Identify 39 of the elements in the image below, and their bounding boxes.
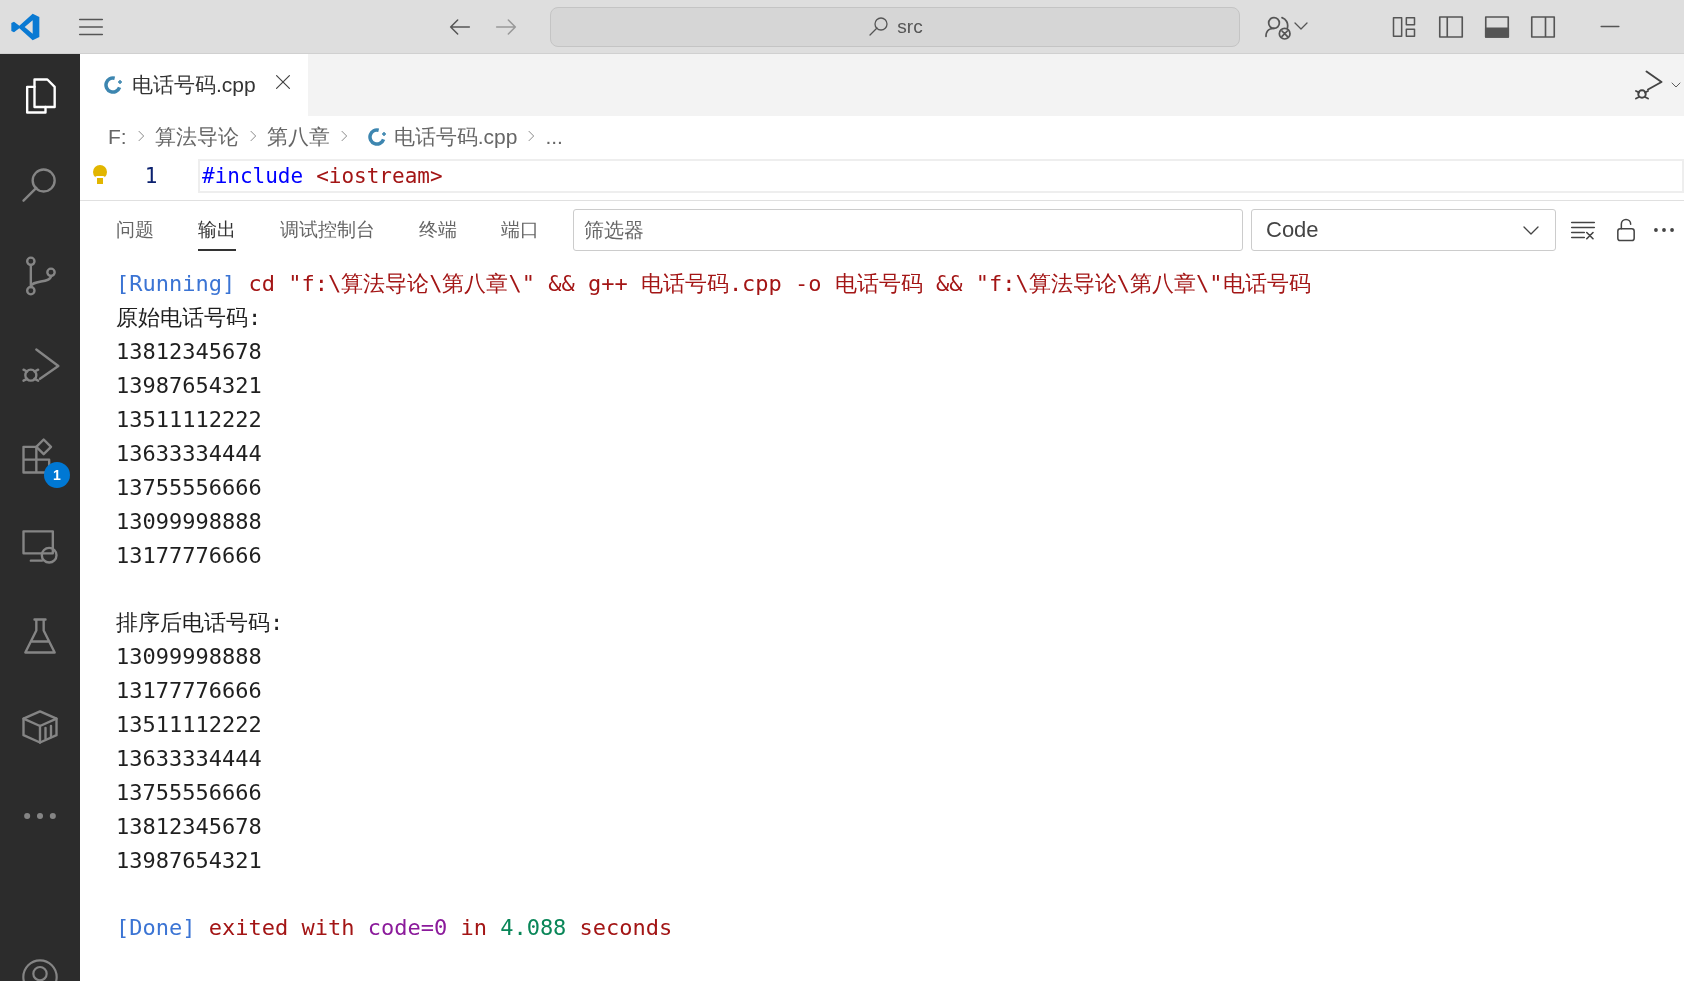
- output-line: [Running] cd "f:\算法导论\第八章\" && g++ 电话号码.cpp -o 电话号码 && "f:\算法导论\第八章\"电话号码: [116, 270, 1312, 298]
- output-line: 原始电话号码:: [116, 304, 263, 332]
- cpp-file-icon: [104, 75, 124, 95]
- notification-badge: 1: [44, 462, 70, 488]
- output-line: 13177776666: [116, 542, 263, 570]
- breadcrumb-item[interactable]: 第八章: [266, 123, 330, 151]
- panel-tab[interactable]: 端口: [501, 209, 539, 251]
- output-line: 13177776666: [116, 677, 263, 705]
- output-line: 13633334444: [116, 440, 263, 468]
- output-line: 13812345678: [116, 813, 263, 841]
- panel-tab[interactable]: 调试控制台: [280, 209, 375, 251]
- cpp-file-icon: [367, 127, 388, 147]
- panel-tab[interactable]: 输出: [198, 209, 236, 251]
- output-line: 13755556666: [116, 474, 263, 502]
- output-channel-dropdown[interactable]: Code: [1251, 209, 1556, 251]
- output-line: [Done] exited with code=0 in 4.088 seconds: [116, 914, 674, 942]
- output-line: 排序后电话号码:: [116, 609, 285, 637]
- panel-tab[interactable]: 终端: [419, 209, 457, 251]
- more-icon: [1654, 228, 1674, 232]
- output-line: 13099998888: [116, 643, 263, 671]
- output-line: 13987654321: [116, 372, 263, 400]
- filter-field[interactable]: 筛选器: [573, 209, 1243, 251]
- breadcrumb-item[interactable]: F:: [108, 125, 127, 149]
- editor-tab[interactable]: 电话号码.cpp: [80, 54, 308, 116]
- output-line: 13511112222: [116, 406, 263, 434]
- line-number: 1: [143, 164, 159, 188]
- breadcrumb-item[interactable]: ...: [545, 125, 563, 149]
- minimize-icon: [1600, 25, 1620, 28]
- caret-icon: [1294, 22, 1308, 31]
- output-line: 13633334444: [116, 745, 263, 773]
- output-line: 13987654321: [116, 847, 263, 875]
- panel-tab[interactable]: 问题: [116, 209, 154, 251]
- breadcrumb-item[interactable]: 算法导论: [154, 123, 239, 151]
- command-search[interactable]: src: [550, 6, 1240, 47]
- output-line: 13755556666: [116, 779, 263, 807]
- output-line: 13099998888: [116, 508, 263, 536]
- output-line: 13511112222: [116, 711, 263, 739]
- breadcrumb-item[interactable]: 电话号码.cpp: [393, 123, 518, 151]
- output-line: 13812345678: [116, 338, 263, 366]
